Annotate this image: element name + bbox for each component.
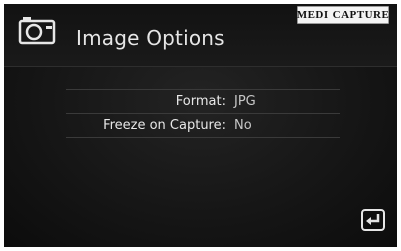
screen: Image Options Medi Capture Format: JPG F… xyxy=(0,0,401,251)
brand-part-medi: Medi xyxy=(296,9,329,21)
page-title: Image Options xyxy=(76,26,225,50)
header-bar: Image Options Medi Capture xyxy=(4,4,397,67)
divider xyxy=(66,137,340,138)
back-button[interactable] xyxy=(361,209,385,231)
option-row-freeze-on-capture[interactable]: Freeze on Capture: No xyxy=(66,114,340,137)
enter-return-icon xyxy=(366,214,380,225)
camera-icon xyxy=(18,17,56,45)
option-row-format[interactable]: Format: JPG xyxy=(66,90,340,113)
option-value-freeze-on-capture: No xyxy=(234,118,252,133)
option-label-freeze-on-capture: Freeze on Capture: xyxy=(103,118,226,133)
brand-part-capture: Capture xyxy=(332,9,390,21)
option-label-format: Format: xyxy=(175,94,226,109)
options-list: Format: JPG Freeze on Capture: No xyxy=(66,89,340,138)
medicapture-logo: Medi Capture xyxy=(297,6,389,24)
option-value-format: JPG xyxy=(234,94,256,109)
device-panel: Image Options Medi Capture Format: JPG F… xyxy=(4,4,397,247)
